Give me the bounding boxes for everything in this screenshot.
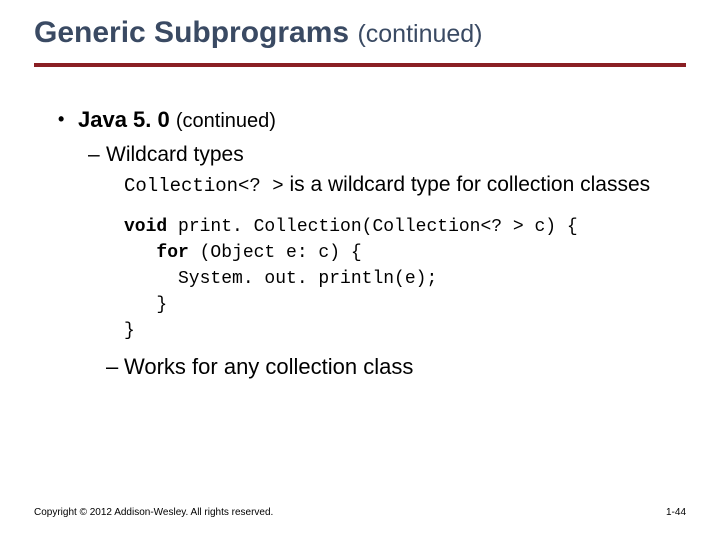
kw-for: for	[124, 243, 189, 263]
code-block: void print. Collection(Collection<? > c)…	[62, 214, 680, 344]
bullet-wildcard-label: Wildcard types	[106, 143, 244, 166]
wildcard-desc-tail: is a wildcard type for collection classe…	[284, 173, 651, 196]
bullet-java-cont: (continued)	[176, 110, 276, 132]
footer-copyright: Copyright © 2012 Addison-Wesley. All rig…	[34, 507, 273, 518]
bullet-java: Java 5. 0 (continued)	[62, 107, 680, 133]
kw-void: void	[124, 217, 167, 237]
code-line-1b: print. Collection(Collection<? > c) {	[167, 217, 577, 237]
slide: Generic Subprograms (continued) Java 5. …	[0, 0, 720, 540]
title-row: Generic Subprograms (continued)	[0, 0, 720, 49]
slide-body: Java 5. 0 (continued) Wildcard types Col…	[0, 67, 720, 380]
slide-title: Generic Subprograms (continued)	[34, 16, 483, 49]
bullet-works-label: Works for any collection class	[124, 354, 413, 379]
bullet-wildcard: Wildcard types	[62, 143, 680, 167]
title-main: Generic Subprograms	[34, 16, 349, 49]
bullet-works: Works for any collection class	[62, 354, 680, 380]
title-continued: (continued)	[357, 20, 482, 48]
wildcard-code-inline: Collection<? >	[124, 175, 284, 197]
code-line-3: System. out. println(e);	[124, 269, 437, 289]
code-line-2b: (Object e: c) {	[189, 243, 362, 263]
wildcard-description: Collection<? > is a wildcard type for co…	[62, 171, 680, 200]
bullet-java-label: Java 5. 0	[78, 107, 170, 132]
code-line-4: }	[124, 295, 167, 315]
code-line-5: }	[124, 321, 135, 341]
footer-pagenum: 1-44	[666, 507, 686, 518]
